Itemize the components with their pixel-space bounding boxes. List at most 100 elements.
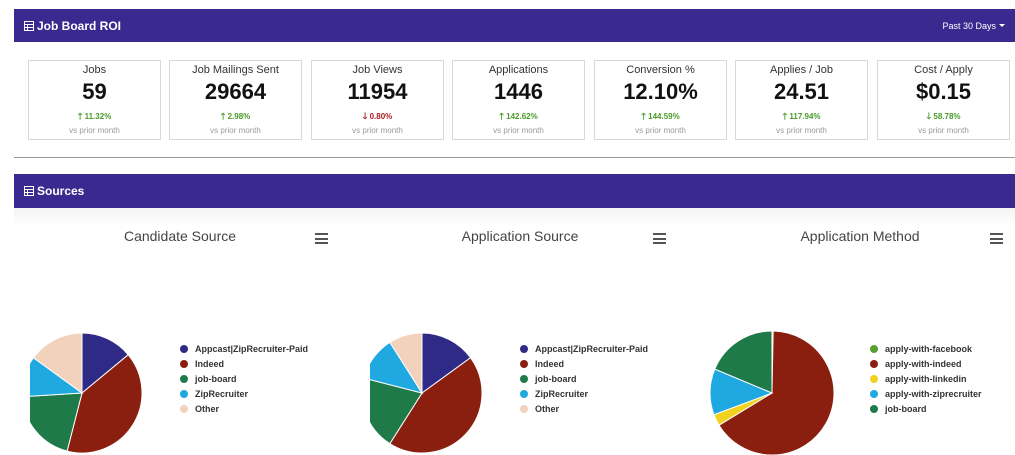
legend-label: Other [195,403,220,414]
legend-label: Other [535,403,560,414]
caret-down-icon [999,24,1005,27]
chart-legend: Appcast|ZipRecruiter-Paid Indeed job-boa… [520,341,648,416]
legend-label: ZipRecruiter [535,388,589,399]
stat-change: 🡑 117.94% [736,109,867,125]
legend-label: Indeed [535,358,565,369]
legend-label: ZipRecruiter [195,388,249,399]
stat-card-job-views: Job Views 11954 🡓 0.80% vs prior month [311,60,444,140]
legend-label: Appcast|ZipRecruiter-Paid [195,343,309,354]
date-range-dropdown[interactable]: Past 30 Days [942,21,1005,31]
legend-label: Indeed [195,358,225,369]
arrow-up-icon: 🡑 [782,111,788,121]
legend-swatch [870,389,878,398]
legend-swatch [870,404,878,413]
stats-row: Jobs 59 🡑 11.32% vs prior month Job Mail… [28,60,1014,140]
stat-card-job-mailings: Job Mailings Sent 29664 🡑 2.98% vs prior… [169,60,302,140]
legend-item[interactable]: ZipRecruiter [520,386,648,401]
legend-item[interactable]: Other [520,401,648,416]
stat-sub: vs prior month [210,126,261,135]
stat-change: 🡓 0.80% [312,109,443,125]
chart-application-method: Application Method apply-with-facebook a… [710,210,1015,455]
arrow-down-icon: 🡓 [926,111,932,121]
arrow-up-icon: 🡑 [641,111,646,121]
legend-swatch [180,404,188,413]
legend-label: apply-with-facebook [885,343,973,354]
stat-change: 🡑 144.59% [595,109,726,125]
stat-label: Applies / Job [770,64,833,76]
divider [14,157,1015,158]
legend-item[interactable]: job-board [870,401,982,416]
legend-item[interactable]: apply-with-facebook [870,341,982,356]
stat-change-value: 58.78% [933,112,961,121]
legend-label: apply-with-ziprecruiter [885,388,982,399]
legend-swatch [520,344,528,353]
stat-label: Conversion % [626,64,695,76]
legend-label: apply-with-linkedin [885,373,967,384]
arrow-up-icon: 🡑 [77,111,83,121]
legend-swatch [870,374,878,383]
stat-value: 11954 [347,79,408,104]
header-bar: Job Board ROI Past 30 Days [14,9,1015,42]
legend-item[interactable]: apply-with-indeed [870,356,982,371]
stat-value: 1446 [494,79,543,104]
legend-item[interactable]: job-board [180,371,308,386]
table-icon [24,186,34,196]
stat-value: 24.51 [773,79,830,104]
table-icon [24,20,34,31]
stat-change-value: 117.94% [789,112,821,121]
legend-swatch [520,404,528,413]
chart-legend: Appcast|ZipRecruiter-Paid Indeed job-boa… [180,341,308,416]
stat-value: $0.15 [915,79,972,104]
legend-item[interactable]: Appcast|ZipRecruiter-Paid [520,341,648,356]
stat-change: 🡓 58.78% [878,109,1009,125]
stat-change-value: 0.80% [369,112,393,121]
arrow-down-icon: 🡓 [362,111,368,121]
stat-change-value: 144.59% [648,112,680,121]
stat-change-value: 142.62% [506,112,538,121]
stat-sub: vs prior month [918,126,969,135]
legend-swatch [180,374,188,383]
header-title-group: Job Board ROI [24,19,121,33]
stat-value: 59 [82,79,107,104]
legend-item[interactable]: Indeed [180,356,308,371]
stat-card-conversion: Conversion % 12.10% 🡑 144.59% vs prior m… [594,60,727,140]
legend-item[interactable]: job-board [520,371,648,386]
date-range-label: Past 30 Days [942,20,996,31]
legend-item[interactable]: apply-with-linkedin [870,371,982,386]
legend-swatch [180,359,188,368]
legend-label: job-board [535,373,577,384]
legend-item[interactable]: Other [180,401,308,416]
legend-swatch [870,344,878,353]
stat-change: 🡑 142.62% [453,109,584,125]
arrow-up-icon: 🡑 [499,111,504,121]
stat-sub: vs prior month [776,126,827,135]
legend-item[interactable]: Indeed [520,356,648,371]
legend-label: apply-with-indeed [885,358,962,369]
stat-sub: vs prior month [69,126,120,135]
legend-swatch [520,359,528,368]
stat-sub: vs prior month [352,126,403,135]
pie-chart [30,332,143,454]
stat-sub: vs prior month [635,126,686,135]
legend-swatch [520,374,528,383]
legend-item[interactable]: Appcast|ZipRecruiter-Paid [180,341,308,356]
legend-swatch [180,389,188,398]
stat-card-applies-per-job: Applies / Job 24.51 🡑 117.94% vs prior m… [735,60,868,140]
pie-chart [370,332,483,454]
sources-bar: Sources [14,174,1015,208]
sources-title: Sources [37,184,85,198]
stat-change: 🡑 11.32% [29,109,160,125]
stat-value: 12.10% [623,79,698,104]
stat-value: 29664 [204,79,267,104]
legend-item[interactable]: ZipRecruiter [180,386,308,401]
legend-item[interactable]: apply-with-ziprecruiter [870,386,982,401]
stat-card-applications: Applications 1446 🡑 142.62% vs prior mon… [452,60,585,140]
legend-label: Appcast|ZipRecruiter-Paid [535,343,649,354]
legend-label: job-board [195,373,237,384]
stat-card-cost-per-apply: Cost / Apply $0.15 🡓 58.78% vs prior mon… [877,60,1010,140]
stat-change: 🡑 2.98% [170,109,301,125]
pie-chart [710,330,835,455]
stat-label: Job Views [352,64,403,76]
legend-swatch [870,359,878,368]
stat-change-value: 2.98% [227,112,251,121]
